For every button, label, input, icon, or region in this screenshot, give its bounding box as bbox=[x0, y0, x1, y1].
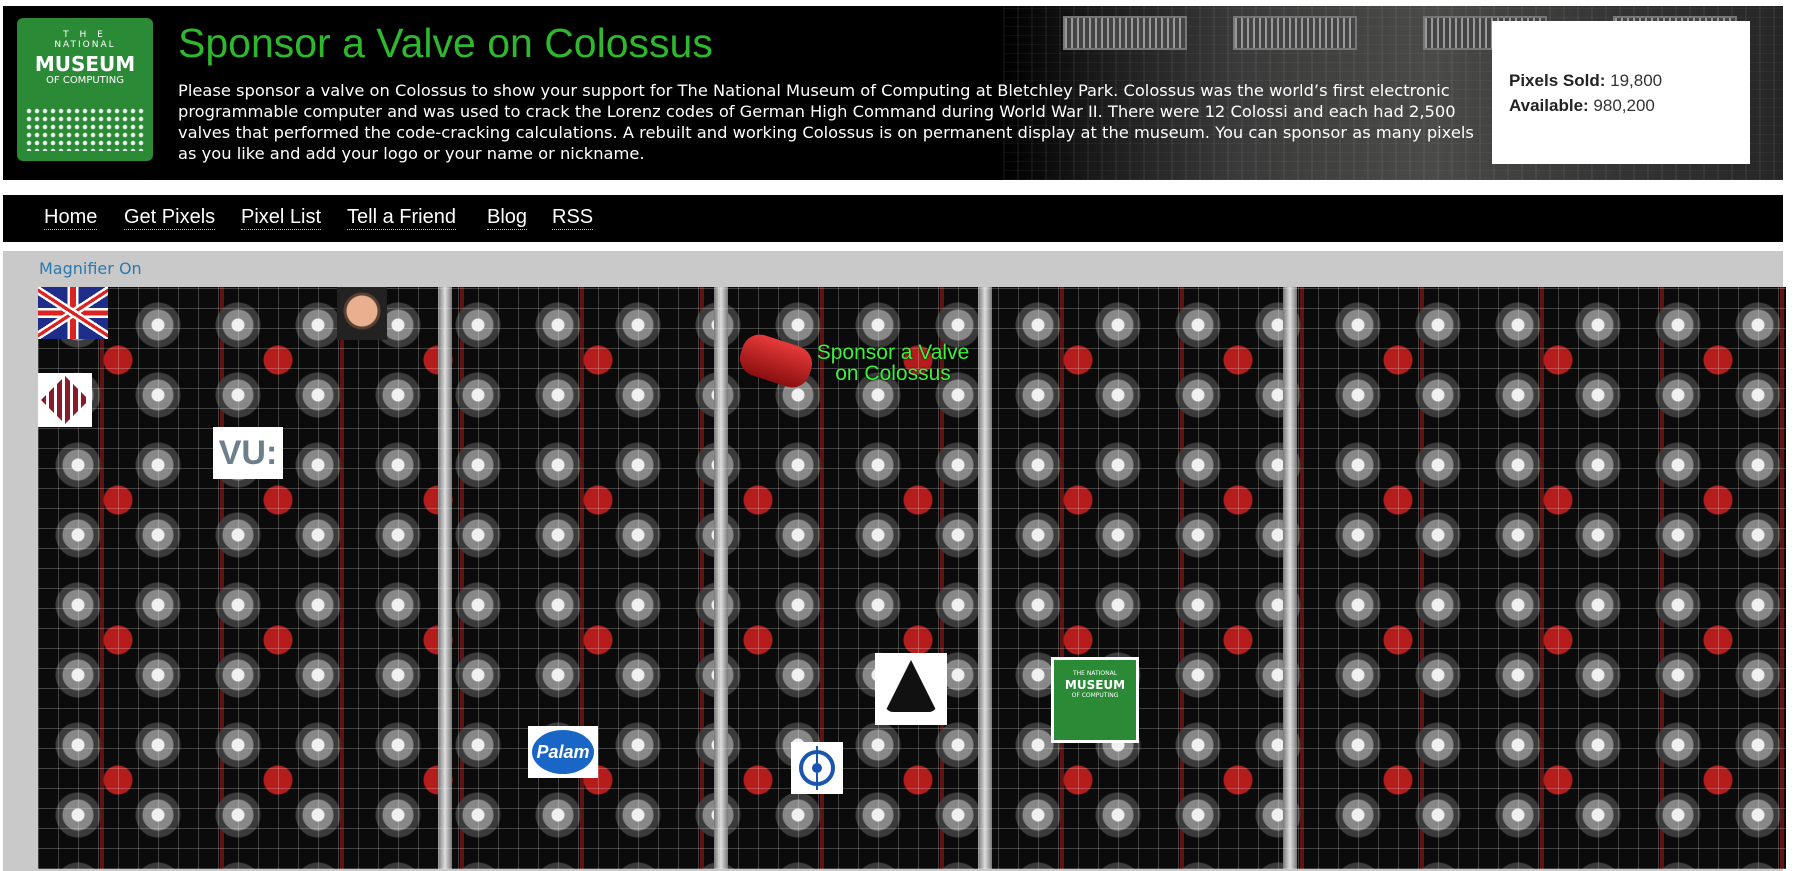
page-title: Sponsor a Valve on Colossus bbox=[178, 20, 713, 66]
palam-logo-text: Palam bbox=[532, 730, 594, 774]
target-icon bbox=[799, 746, 835, 790]
museum-logo-ad[interactable]: THE NATIONAL MUSEUM OF COMPUTING bbox=[1051, 657, 1139, 743]
logo-line-the: T H E bbox=[63, 30, 107, 40]
museum-ad-bot: OF COMPUTING bbox=[1071, 692, 1119, 699]
pixels-available-value: 980,200 bbox=[1593, 96, 1655, 115]
union-jack-ad[interactable] bbox=[38, 287, 108, 339]
sponsor-banner-ad[interactable]: Sponsor a Valve on Colossus bbox=[808, 342, 978, 384]
nav-pixel-list[interactable]: Pixel List bbox=[241, 205, 322, 230]
vu-logo-ad[interactable]: VU: bbox=[213, 427, 283, 479]
logo-line-computing: OF COMPUTING bbox=[46, 75, 124, 86]
pixels-available-label: Available: bbox=[1509, 96, 1589, 115]
portrait-ad[interactable] bbox=[337, 287, 387, 340]
logo-line-museum: MUSEUM bbox=[34, 52, 136, 76]
sponsor-banner-line1: Sponsor a Valve bbox=[816, 341, 970, 364]
museum-logo[interactable]: T H E NATIONAL MUSEUM OF COMPUTING bbox=[17, 18, 153, 161]
sponsor-banner-line2: on Colossus bbox=[835, 362, 951, 385]
pixels-sold-label: Pixels Sold: bbox=[1509, 71, 1606, 90]
nav-blog[interactable]: Blog bbox=[487, 205, 528, 230]
logo-line-national: NATIONAL bbox=[54, 40, 116, 50]
nav-get-pixels[interactable]: Get Pixels bbox=[124, 205, 216, 230]
museum-ad-mid: MUSEUM bbox=[1064, 678, 1126, 692]
nav-rss[interactable]: RSS bbox=[552, 205, 594, 230]
logo-pixel-pattern bbox=[25, 107, 145, 151]
nav-home[interactable]: Home bbox=[44, 205, 98, 230]
target-logo-ad[interactable] bbox=[791, 742, 843, 794]
main-nav: Home Get Pixels Pixel List Tell a Friend… bbox=[3, 195, 1783, 242]
nav-tell-a-friend[interactable]: Tell a Friend bbox=[347, 205, 456, 230]
pixels-sold-row: Pixels Sold: 19,800 bbox=[1509, 68, 1750, 93]
intro-text: Please sponsor a valve on Colossus to sh… bbox=[178, 81, 1474, 163]
pixel-stats-box: Pixels Sold: 19,800 Available: 980,200 bbox=[1492, 21, 1750, 164]
magnifier-toggle[interactable]: Magnifier On bbox=[39, 259, 142, 278]
palam-logo-ad[interactable]: Palam bbox=[528, 726, 598, 778]
museum-ad-top: THE NATIONAL bbox=[1072, 670, 1118, 677]
pixels-available-row: Available: 980,200 bbox=[1509, 93, 1750, 118]
pixels-sold-value: 19,800 bbox=[1610, 71, 1663, 90]
